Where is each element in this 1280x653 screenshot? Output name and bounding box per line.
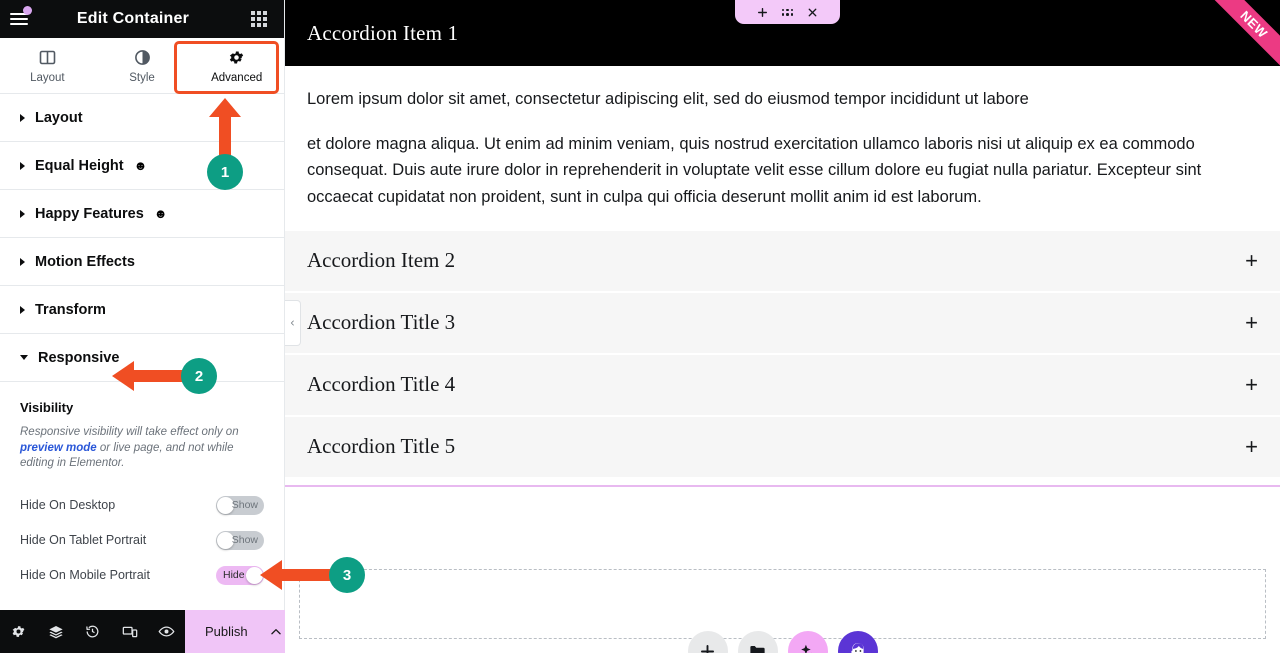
- section-responsive-label: Responsive: [38, 349, 120, 366]
- section-equal-height-label: Equal Height: [35, 157, 124, 174]
- hide-on-mobile-label: Hide On Mobile Portrait: [20, 568, 150, 583]
- tab-layout-label: Layout: [30, 71, 65, 84]
- drag-handle-icon[interactable]: [781, 8, 794, 16]
- accordion-item-2-title: Accordion Item 2: [307, 248, 456, 273]
- section-motion-effects[interactable]: Motion Effects: [0, 238, 284, 286]
- panel-header: Edit Container: [0, 0, 284, 38]
- panel-tabs: Layout Style Advanced: [0, 38, 284, 94]
- preview-eye-icon[interactable]: [148, 610, 185, 653]
- history-icon[interactable]: [74, 610, 111, 653]
- layers-icon[interactable]: [37, 610, 74, 653]
- chevron-right-icon: [20, 209, 25, 218]
- hide-on-tablet-label: Hide On Tablet Portrait: [20, 533, 147, 548]
- chevron-down-icon: [20, 355, 28, 360]
- accordion-item-5-title: Accordion Title 5: [307, 434, 456, 459]
- responsive-settings: Visibility Responsive visibility will ta…: [0, 382, 284, 593]
- editor-sidebar-panel: Edit Container Layout Style Advanced Lay…: [0, 0, 285, 653]
- chevron-right-icon: [20, 161, 25, 170]
- widget-toolbar: [735, 0, 840, 24]
- page-title: Edit Container: [76, 10, 190, 27]
- accordion-paragraph-2: et dolore magna aliqua. Ut enim ad minim…: [307, 134, 1202, 207]
- panel-collapse-toggle[interactable]: [285, 300, 301, 346]
- section-happy-features[interactable]: Happy Features ☻: [0, 190, 284, 238]
- notification-dot: [23, 6, 32, 15]
- toggle-knob: [246, 566, 263, 584]
- plus-icon[interactable]: +: [1245, 373, 1258, 396]
- bottom-bar-icons: [0, 610, 185, 653]
- pro-badge-icon: ☻: [153, 206, 168, 221]
- gear-icon[interactable]: [0, 610, 37, 653]
- visibility-label: Visibility: [20, 400, 74, 415]
- hide-on-mobile-state: Hide: [223, 569, 245, 582]
- section-layout[interactable]: Layout: [0, 94, 284, 142]
- apps-grid-icon[interactable]: [240, 0, 278, 38]
- container-bottom-border: [285, 484, 1280, 487]
- columns-icon: [39, 48, 56, 67]
- ai-sparkle-icon[interactable]: [787, 631, 828, 653]
- avatar-icon[interactable]: [837, 631, 878, 653]
- chevron-right-icon: [20, 257, 25, 266]
- accordion-paragraph-1: Lorem ipsum dolor sit amet, consectetur …: [307, 90, 1029, 108]
- tab-style-label: Style: [129, 71, 155, 84]
- hide-on-tablet-state: Show: [231, 534, 258, 547]
- desc-part-1: Responsive visibility will take effect o…: [20, 426, 239, 438]
- contrast-icon: [134, 48, 151, 67]
- hide-on-tablet-toggle[interactable]: Show: [216, 530, 264, 550]
- gear-icon: [228, 48, 245, 67]
- preview-mode-link[interactable]: preview mode: [20, 442, 97, 454]
- tab-advanced-label: Advanced: [211, 71, 263, 84]
- accordion-item-2[interactable]: Accordion Item 2 +: [285, 228, 1280, 291]
- canvas-add-buttons: [285, 631, 1280, 653]
- advanced-sections: Layout Equal Height ☻ Happy Features ☻ M…: [0, 94, 284, 593]
- section-happy-features-label: Happy Features: [35, 205, 144, 222]
- accordion-item-1-content: Lorem ipsum dolor sit amet, consectetur …: [285, 66, 1280, 229]
- tab-advanced[interactable]: Advanced: [189, 38, 284, 93]
- accordion-item-4[interactable]: Accordion Title 4 +: [285, 352, 1280, 415]
- tab-layout[interactable]: Layout: [0, 38, 95, 93]
- section-transform[interactable]: Transform: [0, 286, 284, 334]
- section-transform-label: Transform: [35, 301, 106, 318]
- pro-badge-icon: ☻: [133, 158, 148, 173]
- new-ribbon: NEW: [1204, 0, 1280, 66]
- drop-zone-area[interactable]: [299, 568, 1266, 639]
- accordion-item-3-title: Accordion Title 3: [307, 310, 456, 335]
- editor-canvas: Accordion Item 1 NEW Lorem ipsum dolor s…: [285, 0, 1280, 653]
- chevron-up-icon[interactable]: [267, 610, 285, 653]
- tab-style[interactable]: Style: [95, 38, 190, 93]
- responsive-mode-icon[interactable]: [111, 610, 148, 653]
- section-responsive[interactable]: Responsive: [0, 334, 284, 382]
- hide-on-desktop-state: Show: [231, 499, 258, 512]
- add-element-icon[interactable]: [687, 631, 728, 653]
- visibility-description: Responsive visibility will take effect o…: [20, 425, 264, 472]
- chevron-right-icon: [20, 305, 25, 314]
- control-hide-on-desktop: Hide On Desktop Show: [20, 488, 264, 523]
- hamburger-icon[interactable]: [0, 0, 38, 38]
- control-hide-on-tablet-portrait: Hide On Tablet Portrait Show: [20, 523, 264, 558]
- panel-bottom-bar: Publish: [0, 610, 285, 653]
- section-layout-label: Layout: [35, 109, 83, 126]
- control-hide-on-mobile-portrait: Hide On Mobile Portrait Hide: [20, 558, 264, 593]
- accordion-item-3[interactable]: Accordion Title 3 +: [285, 290, 1280, 353]
- accordion-item-5[interactable]: Accordion Title 5 +: [285, 414, 1280, 477]
- plus-icon[interactable]: +: [1245, 249, 1258, 272]
- plus-icon[interactable]: +: [1245, 435, 1258, 458]
- accordion-item-1-title: Accordion Item 1: [307, 20, 459, 45]
- hide-on-desktop-label: Hide On Desktop: [20, 498, 116, 513]
- accordion-item-4-title: Accordion Title 4: [307, 372, 456, 397]
- elementor-editor: Edit Container Layout Style Advanced Lay…: [0, 0, 1280, 653]
- chevron-right-icon: [20, 113, 25, 122]
- folder-icon[interactable]: [737, 631, 778, 653]
- plus-icon[interactable]: +: [1245, 311, 1258, 334]
- section-motion-effects-label: Motion Effects: [35, 253, 135, 270]
- hide-on-mobile-toggle[interactable]: Hide: [216, 565, 264, 585]
- section-equal-height[interactable]: Equal Height ☻: [0, 142, 284, 190]
- publish-button[interactable]: Publish: [185, 610, 268, 653]
- close-icon[interactable]: [806, 6, 819, 19]
- plus-icon[interactable]: [756, 6, 769, 19]
- hide-on-desktop-toggle[interactable]: Show: [216, 495, 264, 515]
